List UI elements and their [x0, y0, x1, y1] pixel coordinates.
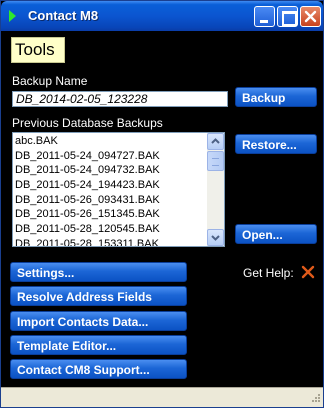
- tools-heading: Tools: [11, 37, 65, 63]
- title-bar[interactable]: Contact M8: [1, 1, 323, 31]
- chevron-down-icon: [211, 235, 220, 241]
- contact-support-button[interactable]: Contact CM8 Support...: [10, 359, 187, 379]
- list-item[interactable]: DB_2011-05-26_093431.BAK: [13, 193, 208, 208]
- previous-backups-label: Previous Database Backups: [12, 116, 163, 130]
- list-item[interactable]: abc.BAK: [13, 134, 208, 149]
- open-button[interactable]: Open...: [235, 224, 317, 244]
- chevron-up-icon: [211, 138, 220, 144]
- scroll-thumb[interactable]: [207, 151, 224, 171]
- list-item[interactable]: DB_2011-05-28_120545.BAK: [13, 222, 208, 237]
- window-title: Contact M8: [28, 8, 99, 23]
- backup-list[interactable]: abc.BAK DB_2011-05-24_094727.BAK DB_2011…: [12, 132, 225, 247]
- maximize-button[interactable]: [277, 6, 298, 27]
- list-item[interactable]: DB_2011-05-28_153311.BAK: [13, 237, 208, 246]
- app-play-icon: [9, 10, 16, 22]
- backup-name-label: Backup Name: [12, 74, 88, 88]
- resize-grip-icon[interactable]: [309, 393, 321, 405]
- restore-button[interactable]: Restore...: [235, 134, 317, 154]
- app-window: Contact M8 Tools Backup Name DB_2014-02-…: [0, 0, 324, 408]
- help-x-icon[interactable]: [301, 265, 315, 279]
- template-editor-button[interactable]: Template Editor...: [10, 335, 187, 355]
- list-scrollbar[interactable]: [207, 133, 224, 246]
- backup-name-field[interactable]: DB_2014-02-05_123228: [12, 91, 228, 107]
- scroll-down-button[interactable]: [207, 229, 224, 246]
- resolve-address-button[interactable]: Resolve Address Fields: [10, 286, 187, 306]
- minimize-button[interactable]: [254, 6, 275, 27]
- list-item[interactable]: DB_2011-05-24_094732.BAK: [13, 163, 208, 178]
- import-contacts-button[interactable]: Import Contacts Data...: [10, 311, 187, 331]
- close-icon: [304, 10, 317, 23]
- backup-button[interactable]: Backup: [235, 87, 317, 107]
- backup-list-items: abc.BAK DB_2011-05-24_094727.BAK DB_2011…: [13, 134, 208, 246]
- close-button[interactable]: [300, 6, 321, 27]
- get-help-label: Get Help:: [243, 266, 294, 280]
- status-bar: [1, 387, 323, 407]
- scroll-up-button[interactable]: [207, 133, 224, 150]
- list-item[interactable]: DB_2011-05-26_151345.BAK: [13, 207, 208, 222]
- list-item[interactable]: DB_2011-05-24_094727.BAK: [13, 149, 208, 164]
- list-item[interactable]: DB_2011-05-24_194423.BAK: [13, 178, 208, 193]
- settings-button[interactable]: Settings...: [10, 262, 187, 282]
